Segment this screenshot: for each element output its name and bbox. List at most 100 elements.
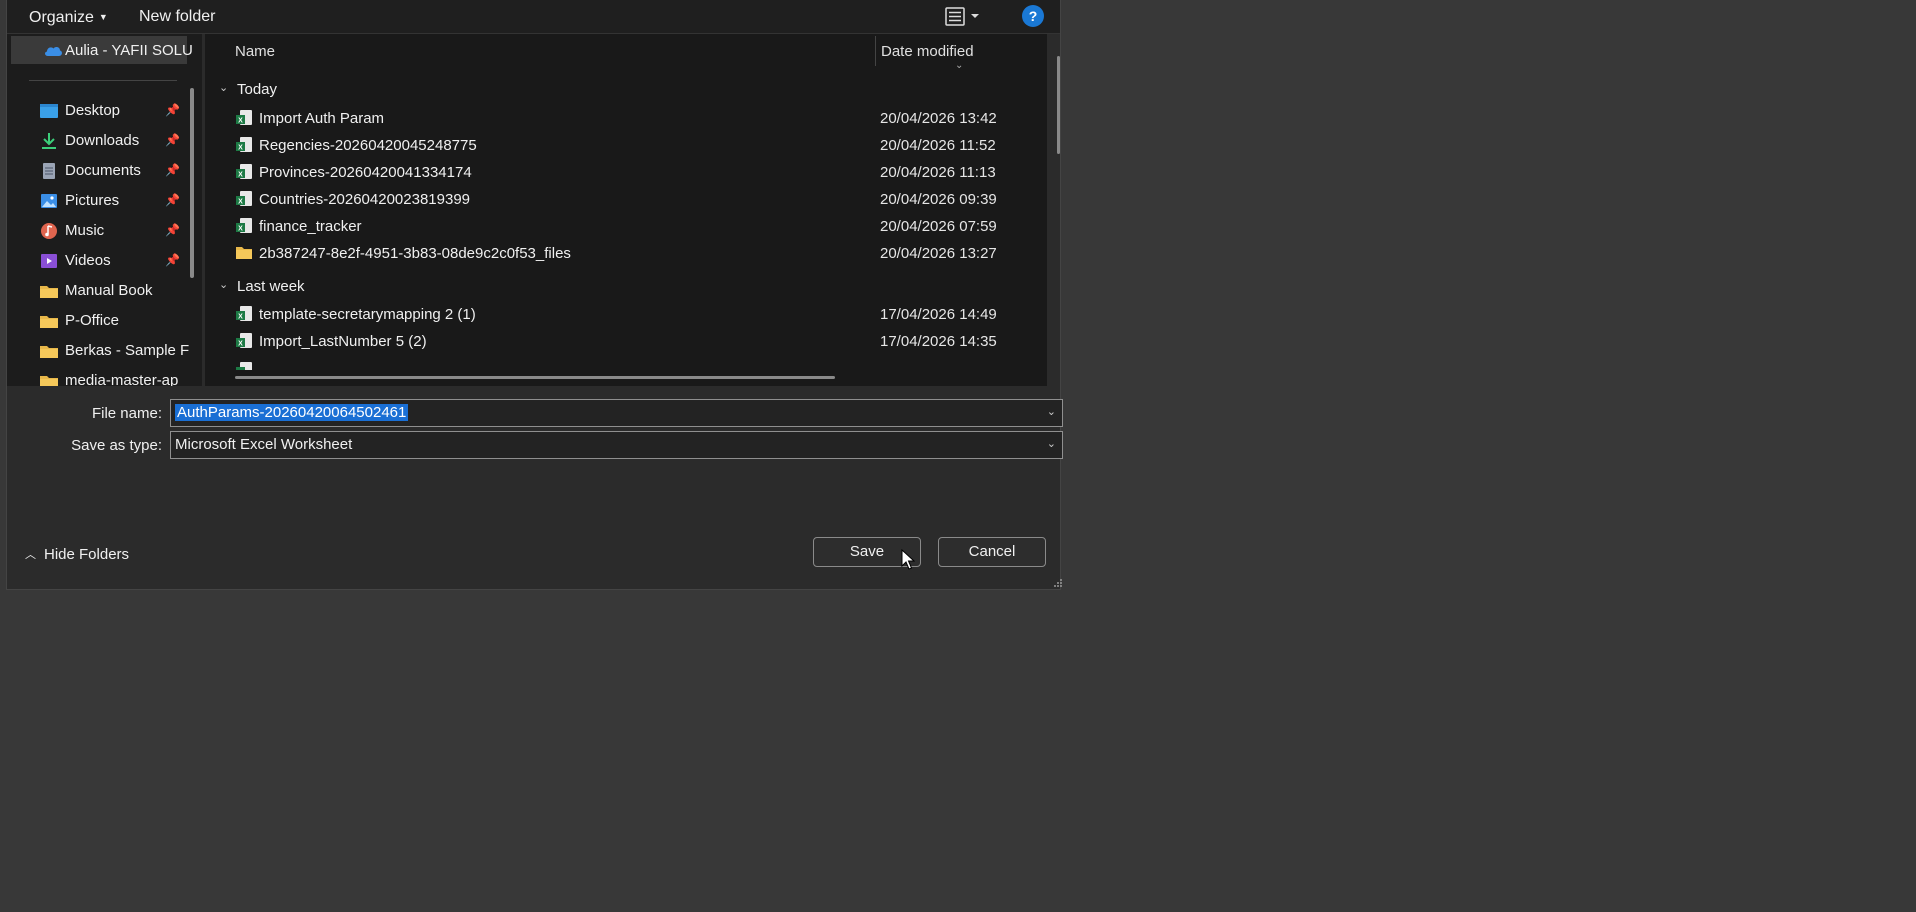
- chevron-down-icon: ⌄: [1046, 438, 1056, 450]
- excel-file-icon: X: [236, 110, 252, 125]
- pin-icon: 📌: [165, 193, 180, 207]
- nav-item-p-office[interactable]: P-Office: [7, 306, 187, 334]
- caret-down-icon: ▼: [98, 12, 108, 22]
- nav-item-videos[interactable]: Videos 📌: [7, 246, 187, 274]
- new-folder-button[interactable]: New folder: [139, 6, 215, 28]
- file-date: 20/04/2026 11:13: [880, 164, 996, 181]
- nav-item-downloads[interactable]: Downloads 📌: [7, 126, 187, 154]
- excel-file-icon: X: [236, 218, 252, 233]
- desktop-icon: [40, 104, 58, 118]
- svg-text:X: X: [238, 314, 243, 321]
- excel-file-icon: X: [236, 191, 252, 206]
- save-type-select[interactable]: Microsoft Excel Worksheet ⌄: [170, 431, 1063, 459]
- svg-text:X: X: [238, 226, 243, 233]
- sort-chevron-icon: ⌄: [955, 60, 964, 71]
- folder-icon: [236, 247, 252, 259]
- mouse-cursor-icon: [901, 549, 915, 570]
- nav-onedrive[interactable]: Aulia - YAFII SOLU: [11, 36, 193, 64]
- svg-text:X: X: [238, 341, 243, 348]
- nav-item-pictures[interactable]: Pictures 📌: [7, 186, 187, 214]
- file-name: Regencies-20260420045248775: [259, 137, 477, 154]
- file-date: 20/04/2026 13:42: [880, 110, 997, 127]
- nav-item-label: Pictures: [65, 192, 120, 209]
- organize-label: Organize: [29, 9, 94, 26]
- nav-item-label: Documents: [65, 162, 141, 179]
- file-name-value: AuthParams-20260420064502461: [175, 404, 409, 421]
- help-button[interactable]: ?: [1022, 5, 1044, 27]
- download-icon: [42, 133, 56, 149]
- toolbar: Organize ▼ New folder ?: [7, 0, 1060, 34]
- file-row[interactable]: X Countries-20260420023819399 20/04/2026…: [225, 187, 1005, 211]
- save-type-label: Save as type:: [71, 437, 162, 454]
- nav-item-music[interactable]: Music 📌: [7, 216, 187, 244]
- save-type-value: Microsoft Excel Worksheet: [175, 436, 353, 453]
- file-date: 17/04/2026 14:35: [880, 333, 997, 350]
- column-header: Name Date modified ⌄: [205, 34, 1045, 71]
- nav-item-manual-book[interactable]: Manual Book: [7, 276, 187, 304]
- file-row[interactable]: X Import_LastNumber 5 (2) 17/04/2026 14:…: [225, 329, 1005, 353]
- file-row-partial[interactable]: [225, 358, 1005, 370]
- file-list: Name Date modified ⌄ ⌄ Today X Import Au…: [205, 34, 1047, 386]
- music-icon: [41, 223, 57, 239]
- pin-icon: 📌: [165, 253, 180, 267]
- folder-row[interactable]: 2b387247-8e2f-4951-3b83-08de9c2c0f53_fil…: [225, 241, 1005, 265]
- nav-scrollbar[interactable]: [190, 88, 194, 278]
- file-name-label: File name:: [91, 405, 162, 422]
- nav-item-label: Downloads: [65, 132, 140, 149]
- file-name: Countries-20260420023819399: [259, 191, 471, 208]
- chevron-up-icon: ︿: [25, 549, 36, 561]
- chevron-down-icon: ⌄: [219, 82, 229, 94]
- file-list-horizontal-scrollbar[interactable]: [235, 376, 835, 379]
- nav-item-berkas-sample[interactable]: Berkas - Sample F: [7, 336, 189, 364]
- svg-text:X: X: [238, 118, 243, 125]
- file-date: 20/04/2026 11:52: [880, 137, 996, 154]
- file-row[interactable]: X Provinces-20260420041334174 20/04/2026…: [225, 160, 1005, 184]
- nav-item-label: media-master-ap: [65, 372, 179, 386]
- column-name-header[interactable]: Name: [235, 43, 275, 60]
- file-name: template-secretarymapping 2 (1): [259, 306, 476, 323]
- file-row[interactable]: X Regencies-20260420045248775 20/04/2026…: [225, 133, 1005, 157]
- svg-text:X: X: [238, 199, 243, 206]
- excel-file-icon: X: [236, 137, 252, 152]
- folder-icon: [40, 376, 58, 386]
- file-name-input[interactable]: AuthParams-20260420064502461 ⌄: [170, 399, 1063, 427]
- file-name: 2b387247-8e2f-4951-3b83-08de9c2c0f53_fil…: [259, 245, 571, 262]
- video-icon: [41, 254, 57, 268]
- excel-file-icon: X: [236, 306, 252, 321]
- folder-icon: [40, 286, 58, 298]
- chevron-down-icon: ⌄: [219, 279, 229, 291]
- excel-file-icon: [236, 362, 252, 370]
- hide-folders-button[interactable]: ︿ Hide Folders: [25, 546, 129, 563]
- pin-icon: 📌: [165, 163, 180, 177]
- pin-icon: 📌: [165, 103, 180, 117]
- view-options-button[interactable]: [944, 5, 988, 29]
- group-label: Today: [237, 81, 278, 98]
- file-date: 20/04/2026 09:39: [880, 191, 997, 208]
- organize-button[interactable]: Organize ▼: [29, 6, 108, 28]
- chevron-down-icon[interactable]: ⌄: [1047, 405, 1056, 418]
- nav-item-documents[interactable]: Documents 📌: [7, 156, 187, 184]
- nav-item-label: Manual Book: [65, 282, 153, 299]
- nav-item-media-master[interactable]: media-master-ap: [7, 366, 187, 386]
- column-date-header[interactable]: Date modified: [881, 43, 974, 60]
- svg-text:X: X: [238, 145, 243, 152]
- nav-item-label: P-Office: [65, 312, 119, 329]
- cancel-button[interactable]: Cancel: [938, 537, 1046, 567]
- file-name: Import_LastNumber 5 (2): [259, 333, 427, 350]
- file-row[interactable]: X finance_tracker 20/04/2026 07:59: [225, 214, 1005, 238]
- excel-file-icon: X: [236, 164, 252, 179]
- navigation-pane: Aulia - YAFII SOLU Desktop 📌 Downloads 📌…: [7, 34, 202, 386]
- resize-grip-icon[interactable]: [1053, 578, 1063, 588]
- file-list-vertical-scrollbar[interactable]: [1057, 56, 1060, 154]
- file-row[interactable]: X template-secretarymapping 2 (1) 17/04/…: [225, 302, 1005, 326]
- column-divider[interactable]: [875, 36, 876, 66]
- nav-item-desktop[interactable]: Desktop 📌: [7, 96, 187, 124]
- nav-item-label: Music: [65, 222, 105, 239]
- svg-text:X: X: [238, 172, 243, 179]
- file-row[interactable]: X Import Auth Param 20/04/2026 13:42: [225, 106, 1005, 130]
- file-name: Import Auth Param: [259, 110, 385, 127]
- hide-folders-label: Hide Folders: [44, 546, 130, 563]
- file-date: 17/04/2026 14:49: [880, 306, 997, 323]
- file-date: 20/04/2026 13:27: [880, 245, 997, 262]
- excel-file-icon: X: [236, 333, 252, 348]
